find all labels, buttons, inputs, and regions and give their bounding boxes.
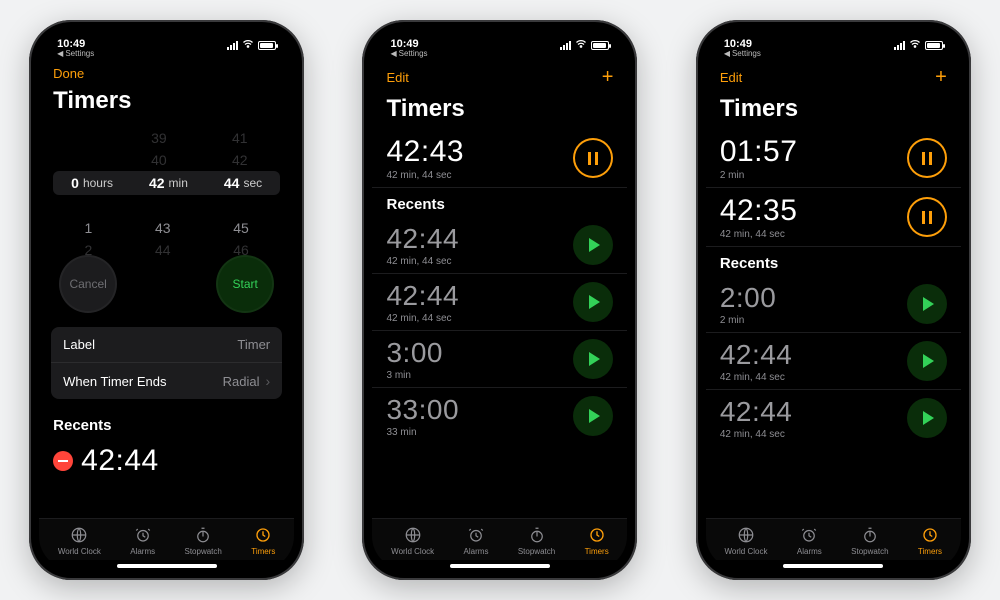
duration-picker[interactable]: 3941 4042 4143 0hours 42min 44sec 14345 … [53, 127, 280, 237]
pause-button[interactable] [573, 138, 613, 178]
timer-icon [920, 525, 940, 545]
notch [112, 30, 222, 52]
phone-frame: 10:49 ◀ Settings Done Timers 3941 4042 4… [29, 20, 304, 580]
screen: 10:49 ◀ Settings Edit + Timers 42:43 42 … [372, 30, 627, 570]
running-timer-row[interactable]: 01:572 min [706, 129, 961, 188]
running-timer-row[interactable]: 42:3542 min, 44 sec [706, 188, 961, 247]
timer-icon [253, 525, 273, 545]
signal-icon [227, 41, 238, 50]
pause-button[interactable] [907, 138, 947, 178]
tab-stopwatch[interactable]: Stopwatch [851, 525, 888, 556]
home-indicator[interactable] [783, 564, 883, 568]
play-button[interactable] [907, 284, 947, 324]
stopwatch-icon [193, 525, 213, 545]
breadcrumb[interactable]: ◀ Settings [57, 50, 94, 59]
tab-bar: World Clock Alarms Stopwatch Timers [372, 518, 627, 560]
signal-icon [894, 41, 905, 50]
tab-timers[interactable]: Timers [585, 525, 609, 556]
tab-world-clock[interactable]: World Clock [725, 525, 768, 556]
globe-icon [69, 525, 89, 545]
recent-row[interactable]: 42:4442 min, 44 sec [706, 333, 961, 390]
play-button[interactable] [573, 225, 613, 265]
recents-header: Recents [372, 188, 627, 217]
tab-world-clock[interactable]: World Clock [391, 525, 434, 556]
recent-row[interactable]: 42:4442 min, 44 sec [372, 274, 627, 331]
battery-icon [591, 41, 609, 50]
edit-button[interactable]: Edit [720, 70, 742, 85]
play-button[interactable] [573, 396, 613, 436]
play-button[interactable] [907, 398, 947, 438]
screen: 10:49 ◀ Settings Edit + Timers 01:572 mi… [706, 30, 961, 570]
page-title: Timers [39, 85, 294, 121]
start-button[interactable]: Start [216, 255, 274, 313]
tab-bar: World Clock Alarms Stopwatch Timers [39, 518, 294, 560]
recent-row[interactable]: 3:003 min [372, 331, 627, 388]
signal-icon [560, 41, 571, 50]
tab-timers[interactable]: Timers [918, 525, 942, 556]
timer-icon [587, 525, 607, 545]
breadcrumb[interactable]: ◀ Settings [390, 50, 427, 59]
when-ends-cell[interactable]: When Timer Ends Radial› [51, 362, 282, 399]
label-cell[interactable]: Label Timer [51, 327, 282, 362]
tab-timers[interactable]: Timers [251, 525, 275, 556]
recent-row[interactable]: 42:4442 min, 44 sec [706, 390, 961, 446]
globe-icon [403, 525, 423, 545]
battery-icon [925, 41, 943, 50]
running-timer-row[interactable]: 42:43 42 min, 44 sec [372, 129, 627, 188]
tab-bar: World Clock Alarms Stopwatch Timers [706, 518, 961, 560]
recents-header: Recents [706, 247, 961, 276]
timer-settings: Label Timer When Timer Ends Radial› [51, 327, 282, 399]
pause-button[interactable] [907, 197, 947, 237]
tab-alarms[interactable]: Alarms [464, 525, 489, 556]
home-indicator[interactable] [117, 564, 217, 568]
page-title: Timers [706, 93, 961, 129]
wifi-icon [242, 38, 254, 53]
recent-row[interactable]: 42:4442 min, 44 sec [372, 217, 627, 274]
edit-button[interactable]: Edit [386, 70, 408, 85]
done-button[interactable]: Done [53, 66, 84, 81]
tab-alarms[interactable]: Alarms [797, 525, 822, 556]
alarm-icon [133, 525, 153, 545]
recent-row[interactable]: 2:002 min [706, 276, 961, 333]
cancel-button[interactable]: Cancel [59, 255, 117, 313]
tab-alarms[interactable]: Alarms [130, 525, 155, 556]
globe-icon [736, 525, 756, 545]
stopwatch-icon [860, 525, 880, 545]
screen: 10:49 ◀ Settings Done Timers 3941 4042 4… [39, 30, 294, 570]
recent-row[interactable]: 33:0033 min [372, 388, 627, 444]
play-button[interactable] [573, 339, 613, 379]
stopwatch-icon [527, 525, 547, 545]
nav-bar: Done [39, 64, 294, 85]
add-button[interactable]: + [935, 66, 947, 89]
play-button[interactable] [907, 341, 947, 381]
alarm-icon [466, 525, 486, 545]
battery-icon [258, 41, 276, 50]
tab-world-clock[interactable]: World Clock [58, 525, 101, 556]
chevron-right-icon: › [265, 373, 270, 389]
breadcrumb[interactable]: ◀ Settings [724, 50, 761, 59]
wifi-icon [909, 38, 921, 53]
add-button[interactable]: + [602, 66, 614, 89]
wifi-icon [575, 38, 587, 53]
tab-stopwatch[interactable]: Stopwatch [518, 525, 555, 556]
recents-header: Recents [39, 409, 294, 438]
phone-frame: 10:49 ◀ Settings Edit + Timers 42:43 42 … [362, 20, 637, 580]
recent-row[interactable]: 42:44 [39, 438, 294, 484]
alarm-icon [799, 525, 819, 545]
tab-stopwatch[interactable]: Stopwatch [185, 525, 222, 556]
page-title: Timers [372, 93, 627, 129]
delete-icon[interactable] [53, 451, 73, 471]
notch [778, 30, 888, 52]
home-indicator[interactable] [450, 564, 550, 568]
play-button[interactable] [573, 282, 613, 322]
phone-frame: 10:49 ◀ Settings Edit + Timers 01:572 mi… [696, 20, 971, 580]
notch [445, 30, 555, 52]
